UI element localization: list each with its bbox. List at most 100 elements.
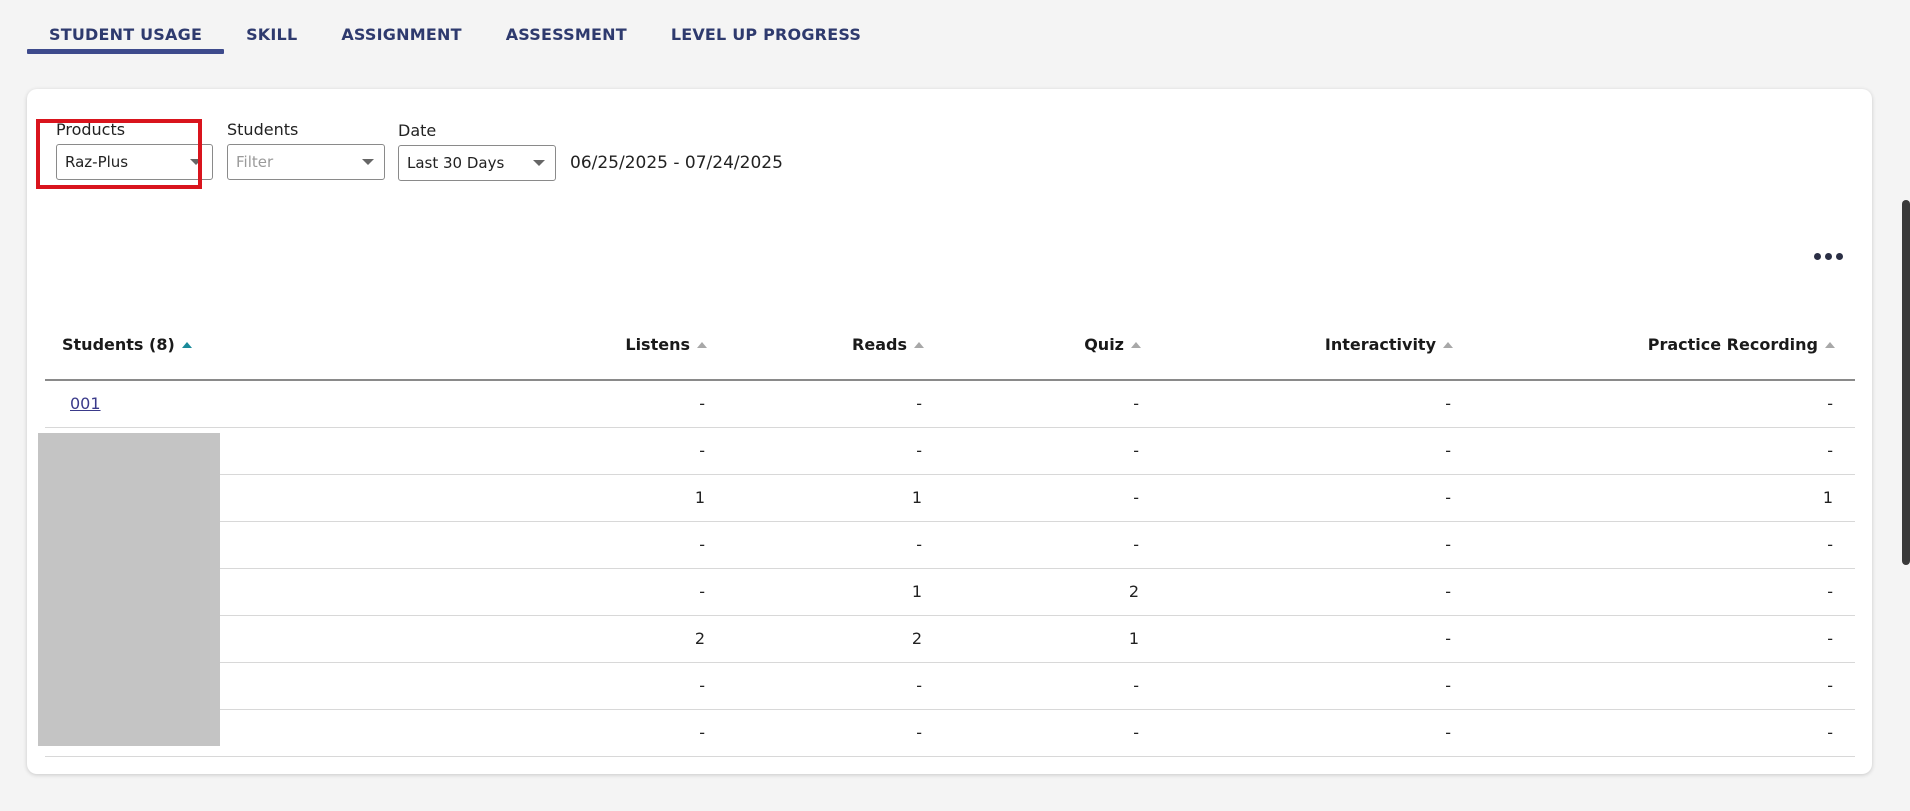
- column-label: Quiz: [1084, 335, 1124, 354]
- practice-cell: -: [1827, 535, 1833, 554]
- listens-cell: -: [699, 676, 705, 695]
- products-filter: Products Raz-Plus: [56, 120, 213, 180]
- listens-cell: 2: [694, 629, 705, 648]
- student-usage-table: Students (8) Listens Reads Quiz Interact…: [45, 332, 1855, 757]
- practice-cell: -: [1827, 629, 1833, 648]
- products-label: Products: [56, 120, 126, 139]
- more-options-icon: [1835, 252, 1843, 260]
- column-header-quiz[interactable]: Quiz: [1084, 332, 1141, 379]
- listens-cell: -: [699, 535, 705, 554]
- students-select[interactable]: Filter: [227, 144, 385, 180]
- table-body: 001- - - - - - - - - -1 1- -1- - - - - -1 2- -2 2 1- - - - - - - - -…: [45, 381, 1855, 757]
- quiz-cell: 2: [1128, 582, 1139, 601]
- usage-report-card: Products Raz-Plus Students Filter Date L…: [27, 89, 1872, 774]
- date-label: Date: [398, 121, 437, 140]
- table-row: - 1 2 - -: [45, 569, 1855, 616]
- more-options-button[interactable]: [1808, 246, 1848, 266]
- students-label: Students: [227, 120, 299, 139]
- sort-ascending-icon: [914, 342, 924, 348]
- practice-cell: -: [1827, 723, 1833, 742]
- reads-cell: -: [916, 394, 922, 413]
- interactivity-cell: -: [1445, 488, 1451, 507]
- table-row: 2 2 1 - -: [45, 616, 1855, 663]
- sort-ascending-icon: [1443, 342, 1453, 348]
- date-range-text: 06/25/2025 - 07/24/2025: [570, 153, 783, 173]
- students-filter: Students Filter: [227, 120, 385, 180]
- more-options-icon: [1824, 252, 1832, 260]
- chevron-down-icon: [362, 159, 374, 165]
- reads-cell: -: [916, 723, 922, 742]
- quiz-cell: -: [1133, 535, 1139, 554]
- sort-ascending-icon: [181, 342, 192, 348]
- interactivity-cell: -: [1445, 582, 1451, 601]
- quiz-cell: -: [1133, 723, 1139, 742]
- listens-cell: -: [699, 441, 705, 460]
- chevron-down-icon: [190, 159, 202, 165]
- reads-cell: -: [916, 676, 922, 695]
- practice-cell: -: [1827, 394, 1833, 413]
- interactivity-cell: -: [1445, 676, 1451, 695]
- practice-cell: -: [1827, 676, 1833, 695]
- column-header-students[interactable]: Students (8): [62, 332, 192, 379]
- column-header-reads[interactable]: Reads: [852, 332, 924, 379]
- quiz-cell: 1: [1128, 629, 1139, 648]
- column-label: Students (8): [62, 335, 175, 354]
- reads-cell: 2: [911, 629, 922, 648]
- table-row: 001 - - - - -: [45, 381, 1855, 428]
- products-select-value: Raz-Plus: [65, 153, 129, 171]
- students-select-placeholder: Filter: [236, 153, 274, 171]
- tab-student-usage[interactable]: STUDENT USAGE: [27, 0, 225, 54]
- reads-cell: 1: [911, 582, 922, 601]
- listens-cell: -: [699, 723, 705, 742]
- reads-cell: -: [916, 441, 922, 460]
- table-row: -----: [45, 663, 1855, 710]
- date-filter: Date Last 30 Days: [398, 121, 556, 181]
- reads-cell: 1: [911, 488, 922, 507]
- column-label: Reads: [852, 335, 907, 354]
- student-name-link[interactable]: 001: [70, 394, 101, 413]
- interactivity-cell: -: [1445, 535, 1451, 554]
- column-label: Practice Recording: [1647, 335, 1818, 354]
- quiz-cell: -: [1133, 488, 1139, 507]
- interactivity-cell: -: [1445, 441, 1451, 460]
- date-select-value: Last 30 Days: [407, 154, 505, 172]
- listens-cell: -: [699, 394, 705, 413]
- interactivity-cell: -: [1445, 723, 1451, 742]
- quiz-cell: -: [1133, 441, 1139, 460]
- tab-assignment[interactable]: ASSIGNMENT: [319, 0, 483, 54]
- table-row: -----: [45, 428, 1855, 475]
- tab-assessment[interactable]: ASSESSMENT: [484, 0, 649, 54]
- column-header-listens[interactable]: Listens: [625, 332, 707, 379]
- column-label: Listens: [625, 335, 690, 354]
- sort-ascending-icon: [697, 342, 707, 348]
- listens-cell: 1: [694, 488, 705, 507]
- interactivity-cell: -: [1445, 394, 1451, 413]
- table-row: -----: [45, 522, 1855, 569]
- column-header-interactivity[interactable]: Interactivity: [1325, 332, 1453, 379]
- practice-cell: 1: [1822, 488, 1833, 507]
- column-label: Interactivity: [1324, 335, 1436, 354]
- table-header: Students (8) Listens Reads Quiz Interact…: [45, 332, 1855, 381]
- page-scrollbar[interactable]: [1902, 200, 1910, 565]
- reads-cell: -: [916, 535, 922, 554]
- table-row: 1 1 - - 1: [45, 475, 1855, 522]
- sort-ascending-icon: [1825, 342, 1835, 348]
- redacted-student-names: [38, 433, 220, 746]
- chevron-down-icon: [533, 160, 545, 166]
- interactivity-cell: -: [1445, 629, 1451, 648]
- tab-level-up-progress[interactable]: LEVEL UP PROGRESS: [649, 0, 883, 54]
- sort-ascending-icon: [1131, 342, 1141, 348]
- practice-cell: -: [1827, 582, 1833, 601]
- quiz-cell: -: [1133, 394, 1139, 413]
- tab-skill[interactable]: SKILL: [224, 0, 319, 54]
- listens-cell: -: [699, 582, 705, 601]
- table-row: -----: [45, 710, 1855, 757]
- column-header-practice-recording[interactable]: Practice Recording: [1648, 332, 1835, 379]
- more-options-icon: [1813, 252, 1821, 260]
- practice-cell: -: [1827, 441, 1833, 460]
- student-name-cell: 001: [70, 381, 101, 427]
- date-select[interactable]: Last 30 Days: [398, 145, 556, 181]
- quiz-cell: -: [1133, 676, 1139, 695]
- products-select[interactable]: Raz-Plus: [56, 144, 213, 180]
- report-tabs: STUDENT USAGE SKILL ASSIGNMENT ASSESSMEN…: [27, 0, 883, 54]
